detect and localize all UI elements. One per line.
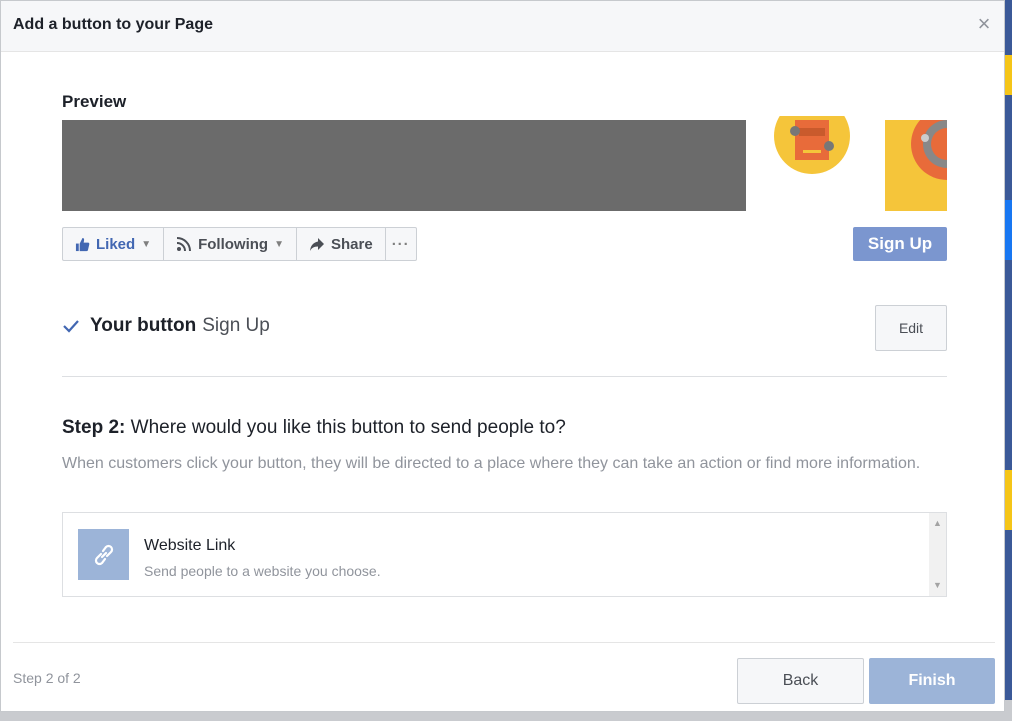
- liked-button[interactable]: Liked ▼: [63, 228, 165, 260]
- liked-label: Liked: [96, 235, 136, 253]
- step-count: Step 2 of 2: [13, 670, 81, 686]
- footer-divider: [13, 642, 995, 643]
- share-label: Share: [330, 235, 373, 253]
- step-question: Where would you like this button to send…: [125, 417, 566, 438]
- dialog-header: Add a button to your Page ×: [1, 1, 1004, 52]
- list-scrollbar[interactable]: ▲ ▼: [929, 513, 946, 596]
- your-button-value: Sign Up: [202, 315, 270, 336]
- destination-options-list: Website Link Send people to a website yo…: [62, 512, 947, 597]
- preview-heading: Preview: [62, 92, 127, 111]
- page-profile-image: [885, 120, 947, 211]
- sign-up-preview-button[interactable]: Sign Up: [853, 227, 947, 261]
- page-action-bar: Liked ▼ Following ▼ Share ···: [62, 227, 417, 261]
- scroll-down-arrow-icon[interactable]: ▼: [929, 577, 946, 594]
- more-icon: ···: [391, 235, 410, 253]
- option-subtitle: Send people to a website you choose.: [144, 563, 381, 579]
- share-button[interactable]: Share: [297, 228, 386, 260]
- page-artwork-image: [774, 116, 850, 174]
- add-button-dialog: Add a button to your Page × Preview Like…: [0, 0, 1005, 712]
- website-link-option[interactable]: Website Link Send people to a website yo…: [78, 529, 381, 580]
- finish-button[interactable]: Finish: [869, 658, 995, 704]
- step-heading: Step 2: Where would you like this button…: [62, 417, 566, 439]
- chevron-down-icon: ▼: [141, 238, 152, 250]
- edit-button[interactable]: Edit: [875, 305, 947, 351]
- more-options-button[interactable]: ···: [386, 228, 416, 260]
- chevron-down-icon: ▼: [274, 238, 284, 250]
- thumbs-up-icon: [75, 237, 90, 251]
- scroll-up-arrow-icon[interactable]: ▲: [929, 515, 946, 532]
- following-button[interactable]: Following ▼: [164, 228, 297, 260]
- section-divider: [62, 376, 947, 377]
- step-description: When customers click your button, they w…: [62, 455, 921, 472]
- cover-photo: [62, 120, 746, 211]
- step-prefix: Step 2:: [62, 417, 126, 438]
- dialog-title: Add a button to your Page: [13, 16, 213, 33]
- back-button[interactable]: Back: [737, 658, 864, 704]
- background-page-edge: [1005, 0, 1012, 700]
- link-icon: [78, 529, 129, 580]
- rss-icon: [176, 237, 192, 252]
- option-title: Website Link: [144, 537, 236, 554]
- close-icon[interactable]: ×: [974, 13, 994, 35]
- following-label: Following: [198, 235, 269, 253]
- checkmark-icon: [63, 320, 79, 333]
- your-button-label: Your button: [90, 315, 197, 336]
- share-arrow-icon: [309, 237, 324, 251]
- your-button-summary: Your button Sign Up: [62, 315, 270, 337]
